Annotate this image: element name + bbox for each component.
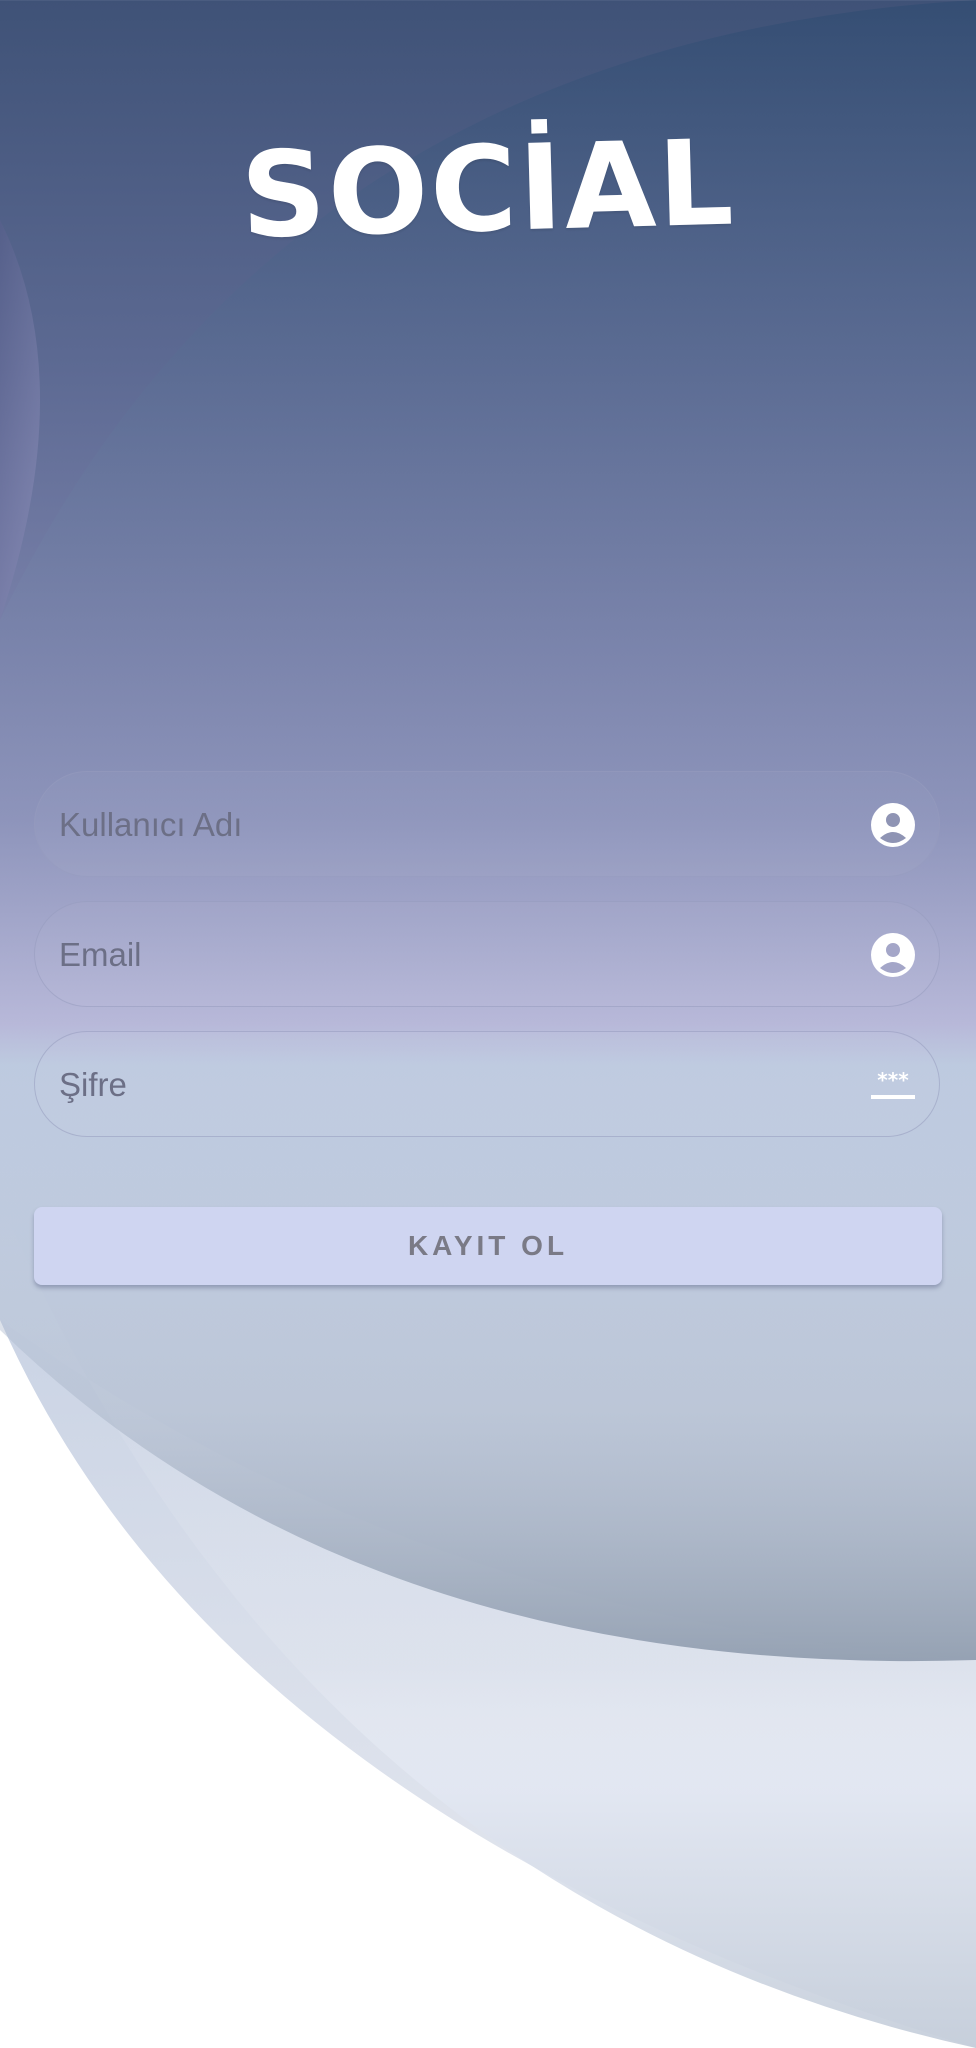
- svg-text:***: ***: [877, 1068, 909, 1092]
- password-icon: ***: [871, 1068, 915, 1099]
- register-button[interactable]: KAYIT OL: [34, 1207, 942, 1285]
- username-field[interactable]: [34, 771, 940, 878]
- background-shapes: [0, 0, 976, 2048]
- app-logo: SOCİAL: [239, 113, 737, 265]
- account-circle-icon: [871, 933, 915, 977]
- password-input[interactable]: [57, 1032, 841, 1138]
- email-field[interactable]: [34, 901, 940, 1008]
- email-input[interactable]: [57, 902, 841, 1008]
- password-field[interactable]: ***: [34, 1031, 940, 1138]
- username-input[interactable]: [57, 772, 841, 878]
- account-circle-icon: [871, 803, 915, 847]
